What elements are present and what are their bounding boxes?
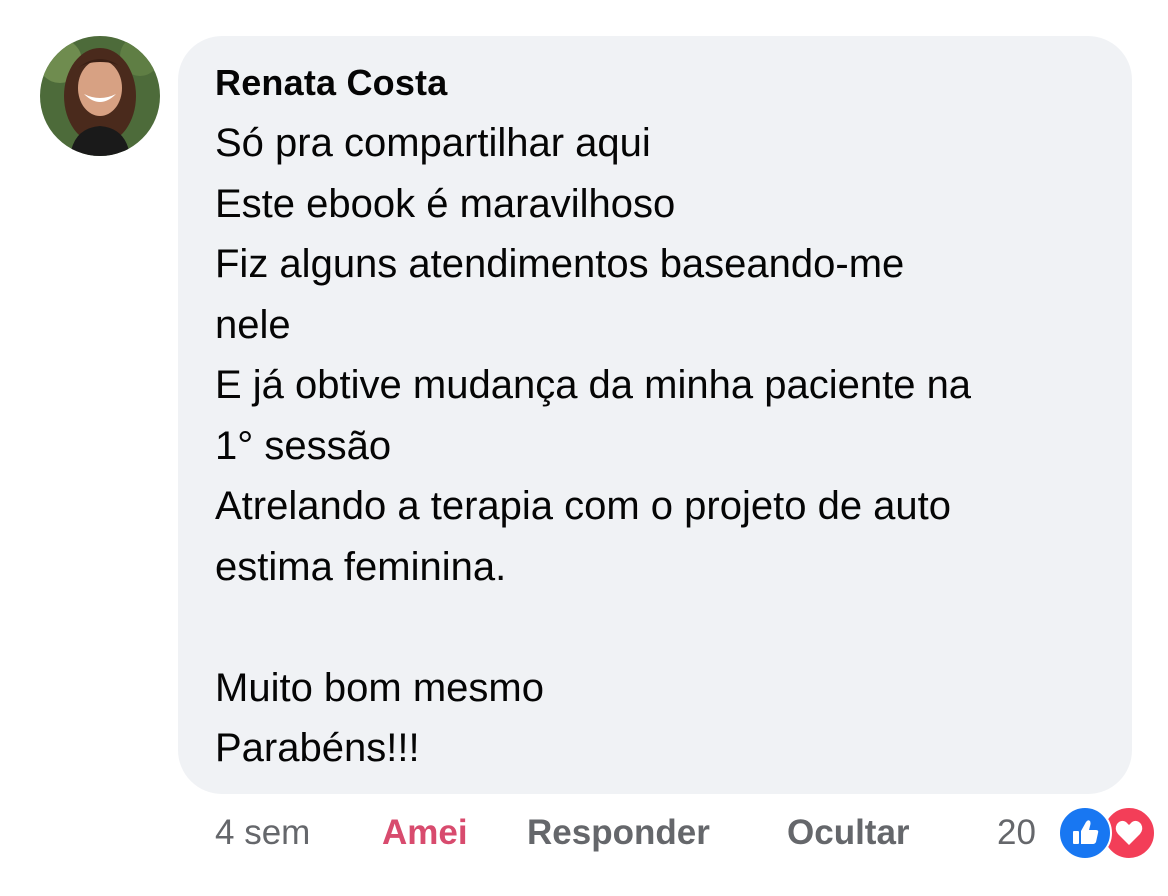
comment-line: Atrelando a terapia com o projeto de aut… (215, 484, 952, 528)
love-reaction-button[interactable]: Amei (382, 813, 468, 853)
reaction-count[interactable]: 20 (997, 813, 1036, 853)
like-icon (1058, 806, 1112, 860)
comment-line-blank (215, 597, 1115, 658)
comment-timestamp[interactable]: 4 sem (215, 813, 310, 853)
hide-button[interactable]: Ocultar (787, 813, 910, 853)
comment-text: Só pra compartilhar aqui Este ebook é ma… (215, 113, 1115, 779)
comment-line: Parabéns!!! (215, 726, 420, 770)
comment-line: Fiz alguns atendimentos baseando-me (215, 242, 905, 286)
comment-author[interactable]: Renata Costa (215, 62, 447, 104)
comment-line: Muito bom mesmo (215, 665, 544, 710)
reply-button[interactable]: Responder (527, 813, 710, 853)
comment-line: Só pra compartilhar aqui (215, 121, 651, 165)
comment-line: estima feminina. (215, 544, 507, 589)
avatar[interactable] (40, 36, 160, 156)
reaction-summary[interactable] (1058, 806, 1162, 860)
comment-line: E já obtive mudança da minha paciente na (215, 363, 972, 407)
comment-line: Este ebook é maravilhoso (215, 181, 676, 226)
comment-line: 1° sessão (215, 423, 392, 468)
comment-line: nele (215, 302, 291, 347)
avatar-photo (40, 36, 160, 156)
comment-actions: 4 sem Amei Responder Ocultar 20 (0, 803, 1168, 863)
